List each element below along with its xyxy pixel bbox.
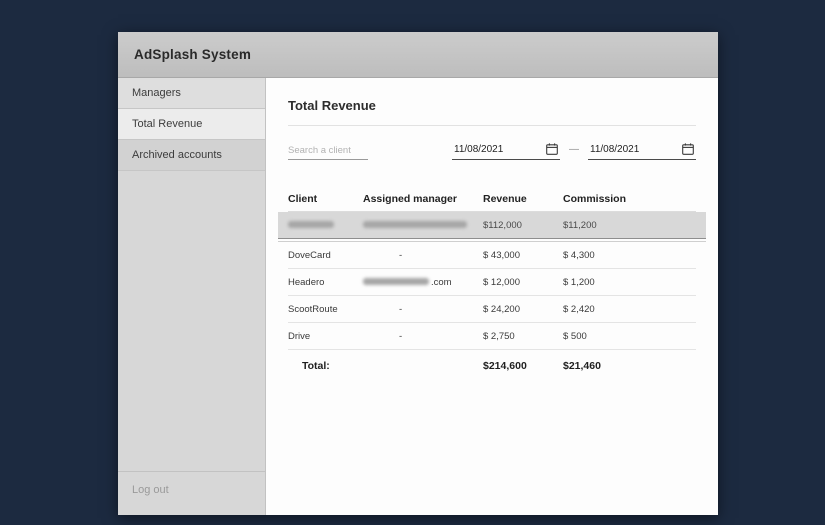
filter-controls: 11/08/2021 — 11/08/2021 (288, 142, 696, 160)
table-row[interactable]: DoveCard - $ 43,000 $ 4,300 (288, 242, 696, 269)
date-range-separator: — (569, 144, 579, 155)
table-header-row: Client Assigned manager Revenue Commissi… (288, 186, 696, 212)
revenue-cell: $ 12,000 (483, 276, 520, 288)
page-title: Total Revenue (288, 98, 376, 113)
table-row[interactable]: Headero .com $ 12,000 $ 1,200 (288, 269, 696, 296)
sidebar-item-archived-accounts[interactable]: Archived accounts (118, 140, 265, 171)
total-revenue: $214,600 (483, 360, 527, 372)
logout-label: Log out (132, 483, 169, 496)
revenue-cell: $ 43,000 (483, 249, 520, 261)
title-divider (288, 125, 696, 126)
date-to-value: 11/08/2021 (590, 143, 640, 155)
total-label: Total: (302, 360, 330, 372)
date-from-field[interactable]: 11/08/2021 (452, 143, 560, 160)
header-client: Client (288, 192, 318, 205)
sidebar-item-label: Managers (132, 87, 181, 99)
client-cell (288, 220, 363, 231)
commission-cell: $ 500 (563, 330, 587, 342)
app-window: AdSplash System Managers Total Revenue A… (118, 32, 718, 515)
revenue-cell: $ 24,200 (483, 303, 520, 315)
commission-cell: $ 4,300 (563, 249, 595, 261)
revenue-cell: $ 2,750 (483, 330, 515, 342)
header-revenue: Revenue (483, 192, 527, 205)
client-cell: Drive (288, 330, 311, 342)
manager-cell: .com (363, 277, 483, 288)
app-title: AdSplash System (134, 47, 252, 62)
sidebar-item-managers[interactable]: Managers (118, 78, 265, 109)
logout-button[interactable]: Log out (118, 471, 265, 507)
header-commission: Commission (563, 192, 627, 205)
revenue-cell: $112,000 (483, 219, 522, 231)
sidebar-item-label: Archived accounts (132, 149, 222, 161)
manager-cell (363, 220, 483, 231)
main-content: Total Revenue 11/08/2021 — (266, 78, 718, 515)
table-row[interactable]: $112,000 $11,200 (278, 212, 706, 239)
calendar-icon[interactable] (546, 143, 558, 155)
sidebar: Managers Total Revenue Archived accounts… (118, 78, 266, 515)
redacted-manager-email (363, 278, 429, 286)
commission-cell: $11,200 (563, 219, 597, 231)
date-to-field[interactable]: 11/08/2021 (588, 143, 696, 160)
manager-cell: - (399, 303, 403, 315)
calendar-icon[interactable] (682, 143, 694, 155)
search-input[interactable] (288, 142, 368, 160)
manager-cell: - (399, 249, 403, 261)
table-row[interactable]: ScootRoute - $ 24,200 $ 2,420 (288, 296, 696, 323)
titlebar: AdSplash System (118, 32, 718, 78)
total-commission: $21,460 (563, 360, 601, 372)
commission-cell: $ 1,200 (563, 276, 595, 288)
client-cell: ScootRoute (288, 303, 338, 315)
client-cell: DoveCard (288, 249, 331, 261)
date-from-value: 11/08/2021 (454, 143, 504, 155)
redacted-manager-name (363, 221, 467, 229)
sidebar-item-total-revenue[interactable]: Total Revenue (118, 109, 265, 140)
sidebar-item-label: Total Revenue (132, 118, 203, 130)
revenue-table: Client Assigned manager Revenue Commissi… (278, 186, 706, 382)
redacted-client-name (288, 221, 334, 229)
date-range: 11/08/2021 — 11/08/2021 (452, 143, 696, 160)
manager-email-suffix: .com (431, 276, 452, 288)
table-total-row: Total: $214,600 $21,460 (288, 350, 696, 382)
commission-cell: $ 2,420 (563, 303, 595, 315)
manager-cell: - (399, 330, 403, 342)
client-cell: Headero (288, 276, 325, 288)
header-assigned-manager: Assigned manager (363, 192, 457, 205)
table-row[interactable]: Drive - $ 2,750 $ 500 (288, 323, 696, 350)
